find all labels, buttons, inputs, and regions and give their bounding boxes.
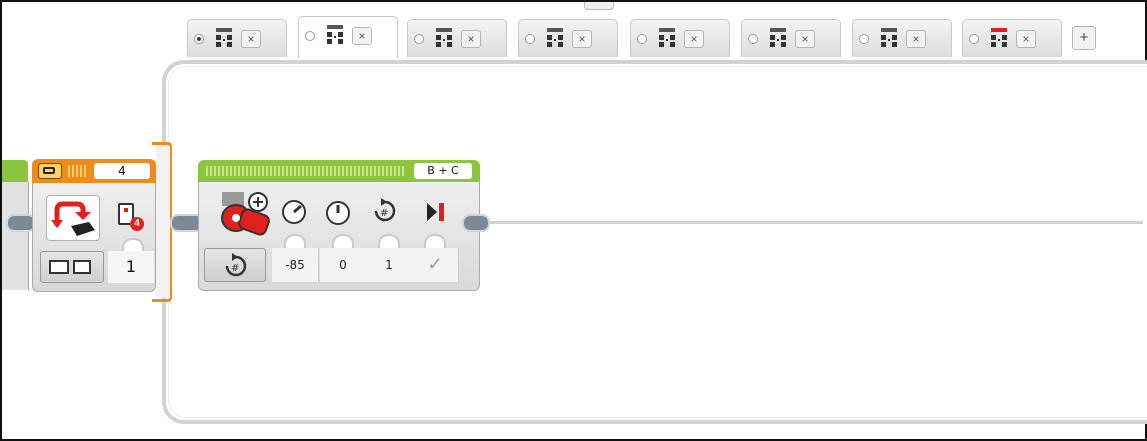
case-tab[interactable]: ×	[630, 19, 730, 57]
sequence-wire	[488, 221, 1143, 224]
brick-icon	[73, 260, 91, 274]
port-pattern-icon	[768, 28, 788, 48]
port-pattern-icon	[879, 28, 899, 48]
port-pattern-icon	[434, 28, 454, 48]
close-tab-icon[interactable]: ×	[906, 30, 926, 48]
default-case-radio[interactable]	[748, 34, 758, 44]
port-badge: 4	[130, 217, 144, 231]
close-tab-icon[interactable]: ×	[352, 27, 372, 45]
wait-block-header: 4	[32, 159, 156, 183]
mode-chip[interactable]	[38, 163, 62, 179]
close-tab-icon[interactable]: ×	[684, 30, 704, 48]
canvas-top-handle[interactable]	[584, 2, 614, 10]
param-input-notch	[332, 234, 354, 248]
mode-selector-button[interactable]	[40, 251, 104, 283]
close-tab-icon[interactable]: ×	[461, 30, 481, 48]
loop-arrow-icon	[51, 201, 95, 236]
wait-port-value[interactable]: 1	[108, 251, 154, 283]
brake-icon	[427, 203, 444, 221]
add-tab-button[interactable]: +	[1072, 26, 1096, 50]
case-tab[interactable]: ×	[518, 19, 618, 57]
timer-icon	[49, 260, 69, 274]
port-pattern-icon	[657, 28, 677, 48]
sequence-connector	[462, 214, 490, 232]
case-tab[interactable]: ×	[407, 19, 507, 57]
svg-text:#: #	[231, 263, 239, 274]
speedometer-icon	[282, 200, 306, 224]
wait-icon-button[interactable]	[46, 195, 100, 241]
port-pattern-icon	[989, 28, 1009, 48]
motor-mode-button[interactable]: #	[204, 248, 266, 282]
param-value-brake[interactable]: ✓	[412, 248, 459, 282]
default-case-radio[interactable]	[305, 31, 315, 41]
case-tab[interactable]: ×	[298, 16, 398, 58]
close-tab-icon[interactable]: ×	[572, 30, 592, 48]
dial-icon	[326, 201, 350, 225]
default-case-radio[interactable]	[194, 34, 204, 44]
default-case-radio[interactable]	[525, 34, 535, 44]
motor-block-header: B + C	[198, 160, 480, 182]
rotations-mode-icon: #	[225, 253, 247, 277]
param-input-notch	[284, 234, 306, 248]
default-case-radio[interactable]	[859, 34, 869, 44]
port-pattern-icon	[214, 28, 234, 48]
default-case-radio[interactable]	[637, 34, 647, 44]
program-canvas[interactable]: × × × × × × × × + 4 4 1 B + C # # -85 0 …	[0, 0, 1147, 441]
case-tab[interactable]: ×	[962, 19, 1062, 57]
rotations-icon: #	[374, 198, 396, 222]
param-value-rotations[interactable]: 1	[366, 248, 413, 282]
param-input-notch	[424, 234, 446, 248]
move-tank-block[interactable]: B + C # # -85 0 1 ✓	[198, 160, 480, 291]
case-tab[interactable]: ×	[187, 19, 287, 57]
wait-header-value[interactable]: 4	[94, 163, 150, 179]
port-input-notch	[122, 238, 144, 252]
close-tab-icon[interactable]: ×	[1016, 30, 1036, 48]
ports-selector[interactable]: B + C	[414, 163, 472, 179]
default-case-radio[interactable]	[414, 34, 424, 44]
param-value-power[interactable]: -85	[272, 248, 319, 282]
default-case-radio[interactable]	[969, 34, 979, 44]
param-input-notch	[378, 234, 400, 248]
port-pattern-icon	[545, 28, 565, 48]
svg-text:#: #	[380, 208, 388, 219]
case-tab[interactable]: ×	[852, 19, 952, 57]
wait-block[interactable]: 4 4 1	[32, 159, 156, 292]
header-dots	[68, 165, 88, 177]
case-tab[interactable]: ×	[741, 19, 841, 57]
close-tab-icon[interactable]: ×	[241, 30, 261, 48]
large-motor-icon	[221, 192, 270, 236]
param-value-steering[interactable]: 0	[320, 248, 367, 282]
close-tab-icon[interactable]: ×	[795, 30, 815, 48]
port-pattern-icon	[325, 25, 345, 45]
